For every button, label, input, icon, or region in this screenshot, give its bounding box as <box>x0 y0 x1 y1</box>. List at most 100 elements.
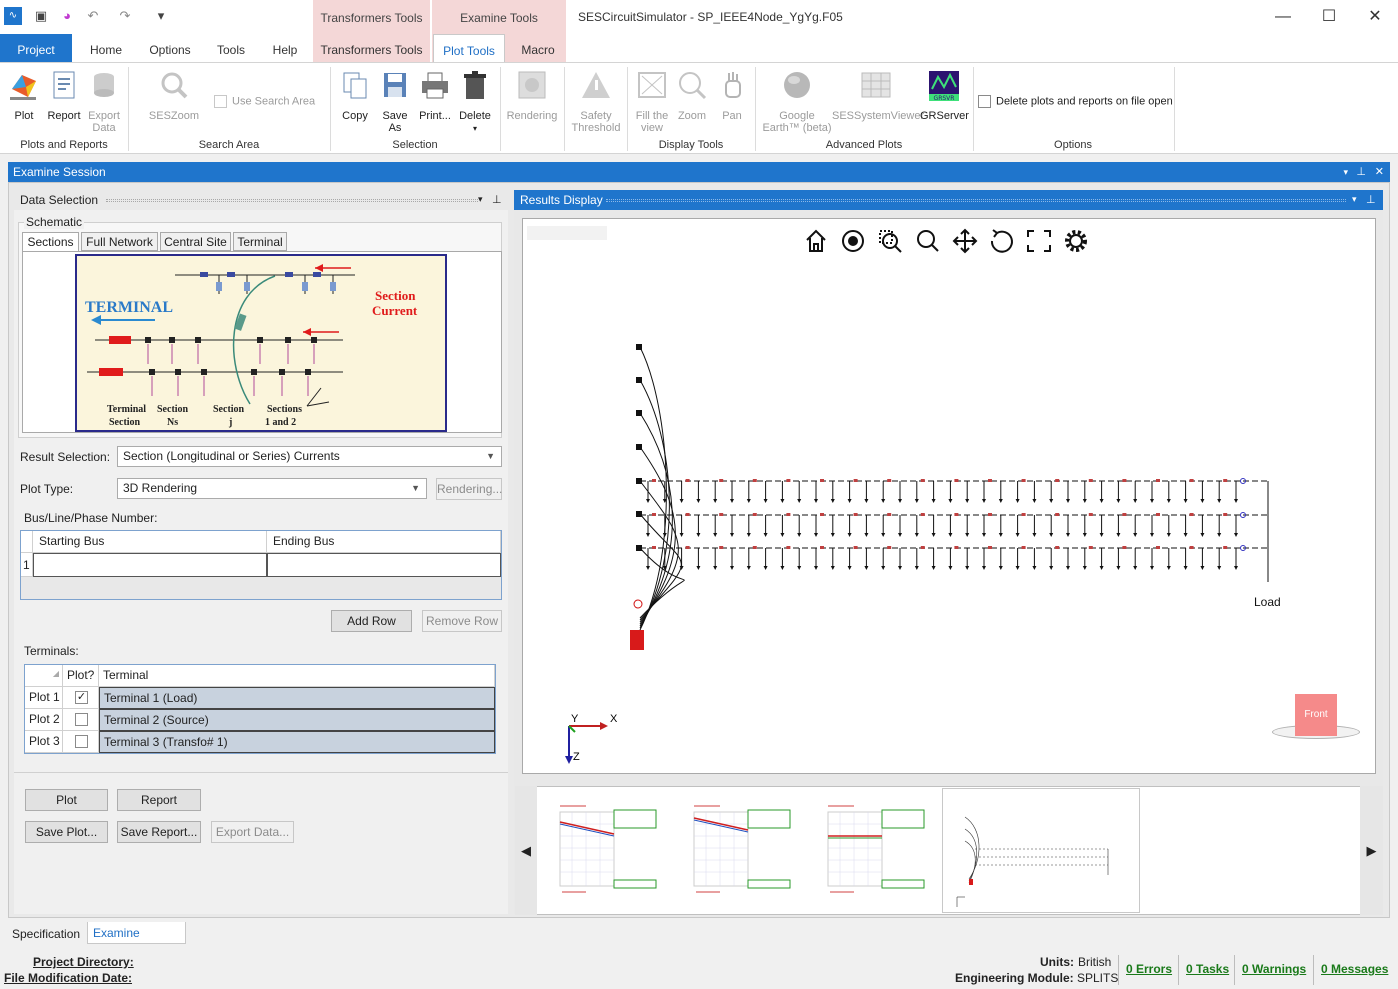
tab-transformers-tools[interactable]: Transformers Tools <box>313 34 430 62</box>
tab-tools[interactable]: Tools <box>206 34 256 62</box>
tab-help[interactable]: Help <box>260 34 310 62</box>
delete-plots-checkbox[interactable]: Delete plots and reports on file open <box>978 95 1188 108</box>
fill-view-button[interactable]: Fill the view <box>632 69 672 134</box>
close-button[interactable]: ✕ <box>1352 4 1398 30</box>
undo-icon[interactable]: ↶ <box>84 7 102 25</box>
tab-full-network[interactable]: Full Network <box>81 232 158 251</box>
rendering-ribbon-button[interactable]: Rendering <box>506 69 558 122</box>
customize-toolbar-icon[interactable]: ▾ <box>152 7 170 25</box>
report-button[interactable]: Report <box>117 789 201 811</box>
terminals-label: Terminals: <box>24 644 79 658</box>
save-icon[interactable]: ▣ <box>32 7 50 25</box>
safety-threshold-button[interactable]: Safety Threshold <box>570 69 622 134</box>
column-header-plot[interactable]: Plot? <box>63 665 99 687</box>
column-header-starting-bus[interactable]: Starting Bus <box>33 531 267 553</box>
errors-link[interactable]: 0 Errors <box>1126 962 1172 976</box>
rotate-icon[interactable] <box>990 229 1013 253</box>
gear-icon[interactable] <box>1065 230 1087 252</box>
fullscreen-icon[interactable] <box>1027 230 1051 252</box>
column-header-terminal[interactable]: Terminal <box>99 665 495 687</box>
close-icon[interactable]: ✕ <box>1375 162 1384 182</box>
terminal-name-cell[interactable]: Terminal 1 (Load) <box>99 687 495 709</box>
export-data-ribbon-button[interactable]: Export Data <box>84 69 124 134</box>
tab-options[interactable]: Options <box>140 34 200 62</box>
google-earth-button[interactable]: Google Earth™ (beta) <box>762 69 832 134</box>
tasks-link[interactable]: 0 Tasks <box>1186 962 1229 976</box>
starting-bus-cell[interactable] <box>33 553 267 577</box>
plot-checkbox-cell[interactable] <box>63 731 99 753</box>
diagram-label-section-ns: Section <box>157 404 189 415</box>
terminal-name-cell[interactable]: Terminal 3 (Transfo# 1) <box>99 731 495 753</box>
tab-home[interactable]: Home <box>78 34 134 62</box>
warnings-link[interactable]: 0 Warnings <box>1242 962 1306 976</box>
report-ribbon-button[interactable]: Report <box>46 69 82 122</box>
dropdown-arrow-icon[interactable]: ▾ <box>478 194 483 205</box>
tab-examine-session[interactable]: Examine Session <box>87 922 186 962</box>
thumbnail-plot-1[interactable] <box>546 802 670 898</box>
ending-bus-cell[interactable] <box>267 553 501 577</box>
plot-type-dropdown[interactable]: 3D Rendering ▼ <box>117 478 427 499</box>
dropdown-arrow-icon[interactable]: ▾ <box>1343 162 1348 182</box>
move-icon[interactable] <box>952 228 978 254</box>
save-plot-button[interactable]: Save Plot... <box>25 821 108 843</box>
print-button[interactable]: Print... <box>416 69 454 122</box>
magnifier-icon[interactable] <box>917 230 939 252</box>
row-header[interactable]: Plot 2 <box>25 709 63 731</box>
plot-checkbox-cell[interactable]: ✓ <box>63 687 99 709</box>
thumbnail-plot-3[interactable] <box>814 802 938 898</box>
row-header[interactable]: Plot 1 <box>25 687 63 709</box>
terminal-name-cell[interactable]: Terminal 2 (Source) <box>99 709 495 731</box>
tab-sections[interactable]: Sections <box>22 232 79 253</box>
checkbox-unchecked[interactable] <box>75 713 88 726</box>
checkbox-checked[interactable]: ✓ <box>75 691 88 704</box>
data-selection-header: Data Selection ▾ ⊥ <box>14 190 508 210</box>
rendering-options-button[interactable]: Rendering... <box>436 478 502 500</box>
pin-icon[interactable]: ⊥ <box>1366 193 1376 206</box>
home-icon[interactable] <box>806 229 826 252</box>
zoom-button[interactable]: Zoom <box>674 69 710 122</box>
plot-ribbon-button[interactable]: Plot <box>6 69 42 122</box>
grserver-button[interactable]: GRSVR GRServer <box>920 69 969 122</box>
pan-button[interactable]: Pan <box>714 69 750 122</box>
scroll-right-button[interactable]: ▶ <box>1360 786 1383 915</box>
eye-icon[interactable] <box>842 230 864 252</box>
view-cube-front[interactable]: Front <box>1295 694 1337 736</box>
redo-icon[interactable]: ↷ <box>116 7 134 25</box>
export-data-button[interactable]: Export Data... <box>211 821 294 843</box>
column-header-ending-bus[interactable]: Ending Bus <box>267 531 501 553</box>
checkbox-unchecked[interactable] <box>75 735 88 748</box>
examine-session-title: Examine Session <box>13 165 106 179</box>
tab-macro[interactable]: Macro <box>510 34 566 62</box>
project-directory-label[interactable]: Project Directory: <box>33 955 134 969</box>
plot-button[interactable]: Plot <box>25 789 108 811</box>
color-wheel-icon[interactable]: ◕ <box>58 7 76 25</box>
seszoom-button[interactable]: SESZoom <box>146 69 202 122</box>
use-search-area-checkbox[interactable]: Use Search Area <box>214 95 324 108</box>
dropdown-arrow-icon[interactable]: ▾ <box>1352 194 1357 205</box>
save-as-button[interactable]: Save As <box>378 69 412 134</box>
maximize-button[interactable]: ☐ <box>1306 4 1352 30</box>
plot-checkbox-cell[interactable] <box>63 709 99 731</box>
thumbnail-plot-2[interactable] <box>680 802 804 898</box>
scroll-left-button[interactable]: ◀ <box>515 786 537 915</box>
ses-system-viewer-button[interactable]: SESSystemViewer <box>832 69 924 122</box>
pin-icon[interactable]: ⊥ <box>1356 162 1366 182</box>
tab-central-site[interactable]: Central Site <box>160 232 231 251</box>
file-modification-date-label[interactable]: File Modification Date: <box>4 971 132 985</box>
remove-row-button[interactable]: Remove Row <box>422 610 502 632</box>
result-selection-dropdown[interactable]: Section (Longitudinal or Series) Current… <box>117 446 502 467</box>
copy-button[interactable]: Copy <box>338 69 372 122</box>
row-header[interactable]: Plot 3 <box>25 731 63 753</box>
pin-icon[interactable]: ⊥ <box>492 193 502 206</box>
thumbnail-3d-selected[interactable] <box>942 788 1140 913</box>
save-report-button[interactable]: Save Report... <box>117 821 201 843</box>
messages-link[interactable]: 0 Messages <box>1321 962 1388 976</box>
tab-terminal[interactable]: Terminal <box>233 232 287 251</box>
zoom-box-icon[interactable] <box>879 230 902 253</box>
delete-button[interactable]: Delete ▾ <box>456 69 494 135</box>
minimize-button[interactable]: — <box>1260 4 1306 30</box>
add-row-button[interactable]: Add Row <box>331 610 412 632</box>
tab-project[interactable]: Project <box>0 34 72 62</box>
tab-plot-tools[interactable]: Plot Tools <box>433 34 505 62</box>
tab-specification[interactable]: Specification <box>8 924 86 944</box>
